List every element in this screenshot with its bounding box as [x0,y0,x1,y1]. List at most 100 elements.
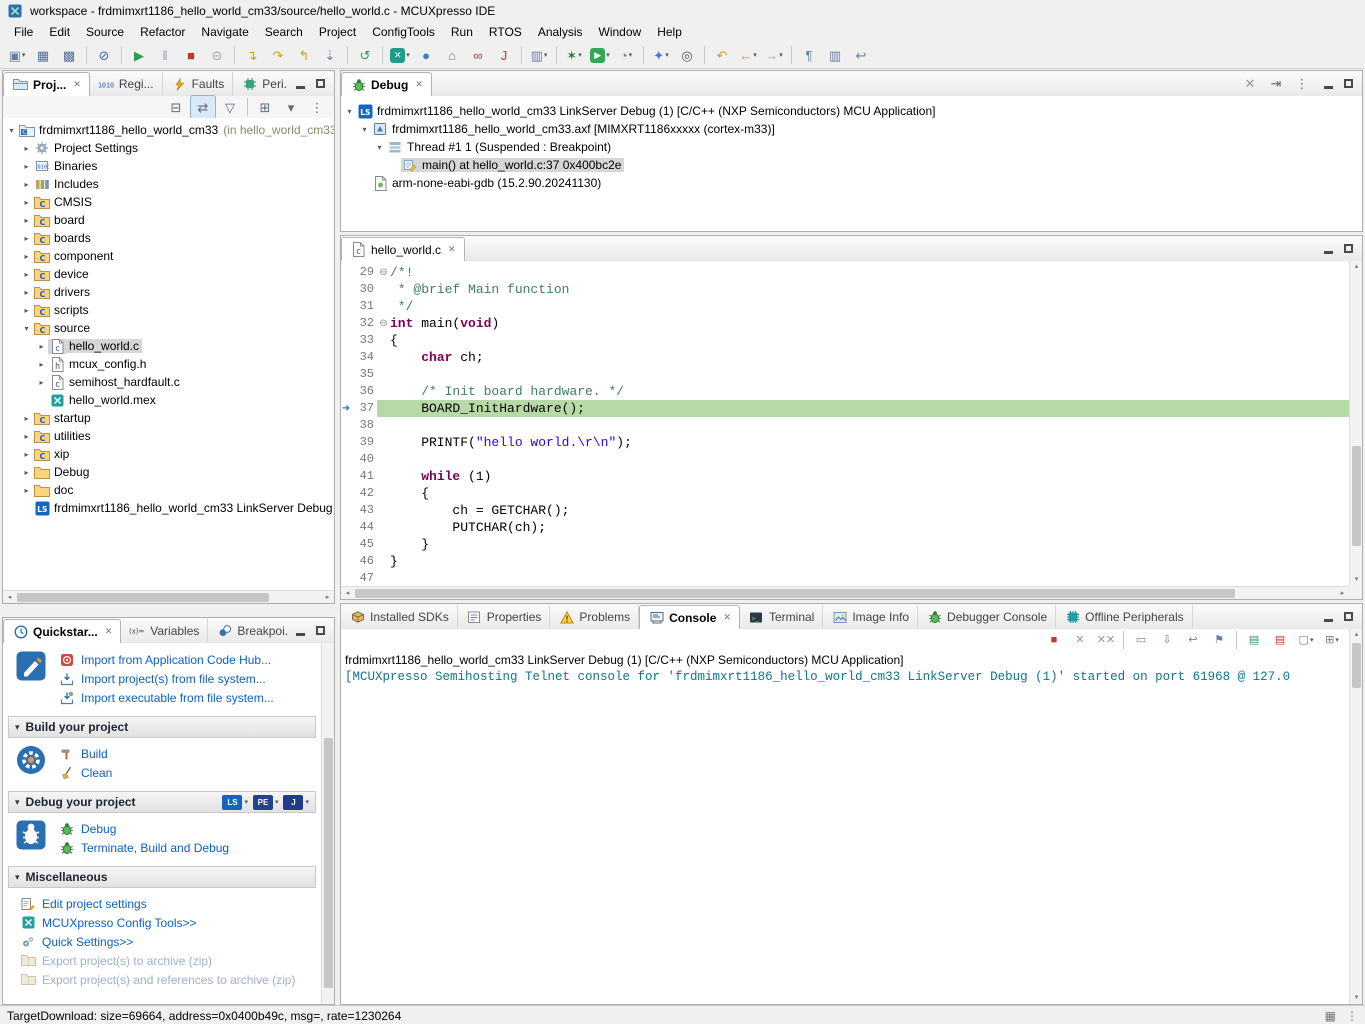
expand-arrow[interactable]: ▸ [20,270,33,279]
word-wrap-console[interactable]: ↩ [1181,629,1205,651]
quickstart-link-import-executable-from-file-system[interactable]: Import executable from file system... [58,689,274,706]
section-header-miscellaneous[interactable]: ▾Miscellaneous [8,866,316,888]
pin-console[interactable]: ⚑ [1207,629,1231,651]
expand-arrow[interactable]: ▸ [20,486,33,495]
menu-configtools[interactable]: ConfigTools [364,23,443,41]
minimize-icon[interactable] [1324,86,1333,89]
quickstart-link-quick-settings[interactable]: Quick Settings>> [19,933,295,950]
collapse-all[interactable]: ⊟ [164,96,188,118]
collapse-arrow[interactable]: ▾ [373,143,386,152]
debug-item-frdmimxrt1186-hello-world-cm33-axf-mimxrt1186xxx[interactable]: ▾frdmimxrt1186_hello_world_cm33.axf [MIM… [341,120,1362,138]
scroll-down-arrow[interactable]: ▾ [1350,574,1363,586]
code-line-35[interactable]: 35 [341,366,1349,383]
view-tab-faults[interactable]: Faults [163,72,234,96]
show-stderr-changed[interactable]: ▤ [1268,629,1292,651]
close-icon[interactable]: ✕ [73,79,81,90]
step-filters[interactable]: ⇥ [1264,73,1288,95]
save-all[interactable]: ▩ [57,44,81,66]
project-item-boards[interactable]: ▸Cboards [3,229,334,247]
probe-badge-pe[interactable]: PE▾ [253,795,279,810]
console-output[interactable]: [MCUXpresso Semihosting Telnet console f… [341,668,1349,684]
code-line-43[interactable]: 43 ch = GETCHAR(); [341,502,1349,519]
scroll-right-arrow[interactable]: ▸ [1336,587,1349,600]
remove-all-launches[interactable]: ✕✕ [1094,629,1118,651]
menu-window[interactable]: Window [591,23,650,41]
quickstart-link-debug[interactable]: Debug [58,820,229,837]
project-item-binaries[interactable]: ▸0101Binaries [3,157,334,175]
word-wrap[interactable]: ↩ [849,44,873,66]
code-line-39[interactable]: 39 PRINTF("hello world.\r\n"); [341,434,1349,451]
minimize-icon[interactable] [1324,251,1333,254]
link-with-editor[interactable]: ⇄ [190,95,216,119]
block-selection[interactable]: ▥ [823,44,847,66]
quickstart-link-build[interactable]: Build [58,745,112,762]
quickstart-link-terminate-build-and-debug[interactable]: Terminate, Build and Debug [58,839,229,856]
view-tab-image-info[interactable]: Image Info [823,605,918,629]
scrollbar-thumb[interactable] [355,589,1235,598]
quickstart-link-clean[interactable]: Clean [58,764,112,781]
project-item-frdmimxrt1186-hello-world-cm33-linkserver-debug[interactable]: LSfrdmimxrt1186_hello_world_cm33 LinkSer… [3,499,334,517]
scrollbar-thumb[interactable] [1352,446,1361,546]
expand-arrow[interactable]: ▸ [20,162,33,171]
heap-usage[interactable]: ⌂ [440,44,464,66]
forward[interactable]: →▾ [762,44,786,66]
code-line-45[interactable]: 45 } [341,536,1349,553]
menu-rtos[interactable]: RTOS [481,23,530,41]
section-header-build-your-project[interactable]: ▾Build your project [8,716,316,738]
project-item-startup[interactable]: ▸Cstartup [3,409,334,427]
close-icon[interactable]: ✕ [448,244,456,255]
menu-file[interactable]: File [6,23,41,41]
project-item-source[interactable]: ▾Csource [3,319,334,337]
debug-item-thread-1-1-suspended-breakpoint[interactable]: ▾Thread #1 1 (Suspended : Breakpoint) [341,138,1362,156]
last-edit-location[interactable]: ↶ [710,44,734,66]
close-icon[interactable]: ✕ [723,612,731,623]
expand-arrow[interactable]: ▸ [20,468,33,477]
expand-arrow[interactable]: ▸ [20,432,33,441]
clear-console[interactable]: ▭ [1129,629,1153,651]
scroll-down-arrow[interactable]: ▾ [1350,992,1363,1004]
code-line-30[interactable]: 30 * @brief Main function [341,281,1349,298]
project-item-project-settings[interactable]: ▸Project Settings [3,139,334,157]
memory-monitor[interactable]: ▥▾ [527,44,551,66]
project-item-drivers[interactable]: ▸Cdrivers [3,283,334,301]
quickstart-link-import-from-application-code-hub[interactable]: Import from Application Code Hub... [58,651,274,668]
project-item-scripts[interactable]: ▸Cscripts [3,301,334,319]
view-tab-offline-peripherals[interactable]: Offline Peripherals [1056,605,1193,629]
close-icon[interactable]: ✕ [415,79,423,90]
search[interactable]: ◎ [675,44,699,66]
maximize-icon[interactable] [316,79,325,88]
view-tab-installed-sdks[interactable]: Installed SDKs [341,605,458,629]
collapse-arrow[interactable]: ▾ [5,126,18,135]
run[interactable]: ▶▾ [588,44,612,66]
collapse-arrow[interactable]: ▾ [343,107,356,116]
project-item-semihost-hardfault-c[interactable]: ▸csemihost_hardfault.c [3,373,334,391]
expand-arrow[interactable]: ▸ [20,252,33,261]
profile[interactable]: ◔▾ [614,44,638,66]
code-line-44[interactable]: 44 PUTCHAR(ch); [341,519,1349,536]
expand-arrow[interactable]: ▸ [20,144,33,153]
menu-search[interactable]: Search [257,23,311,41]
project-item-mcux-config-h[interactable]: ▸hmcux_config.h [3,355,334,373]
code-line-47[interactable]: 47 [341,570,1349,586]
debug[interactable]: ✶▾ [562,44,586,66]
step-over[interactable]: ↷ [266,44,290,66]
project-item-doc[interactable]: ▸doc [3,481,334,499]
remove-all-terminated[interactable]: ✕ [1238,73,1262,95]
fold-collapse-icon[interactable]: ⊖ [377,264,390,281]
minimize-icon[interactable] [296,633,305,636]
disconnect[interactable]: ⊝ [205,44,229,66]
menu-run[interactable]: Run [443,23,481,41]
view-tab-console[interactable]: Console✕ [639,605,740,629]
scrollbar-thumb[interactable] [17,593,269,602]
new-project[interactable]: ✦▾ [649,44,673,66]
view-tab-quickstar[interactable]: Quickstar...✕ [3,619,121,643]
code-line-32[interactable]: 32⊖int main(void) [341,315,1349,332]
debug-item-frdmimxrt1186-hello-world-cm33-linkserver-debug-[interactable]: ▾LSfrdmimxrt1186_hello_world_cm33 LinkSe… [341,102,1362,120]
status-overflow-icon[interactable]: ⋮ [1346,1009,1358,1023]
project-item-cmsis[interactable]: ▸CCMSIS [3,193,334,211]
suspend[interactable]: ‖ [153,44,177,66]
instruction-stepping[interactable]: ⇣ [318,44,342,66]
back[interactable]: ←▾ [736,44,760,66]
scroll-left-arrow[interactable]: ◂ [341,587,354,600]
focus-on-active-task[interactable]: ⊞ [253,96,277,118]
